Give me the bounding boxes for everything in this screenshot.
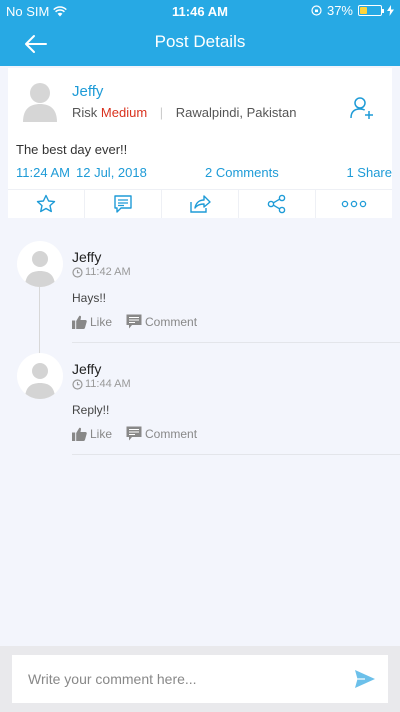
risk-value: Medium	[100, 105, 148, 120]
comment-time: 11:42 AM	[72, 266, 131, 278]
post-date: 12 Jul, 2018	[76, 165, 147, 180]
comment-item: Jeffy 11:44 AM Reply!! Like Comment	[0, 353, 400, 463]
comment-time-text: 11:44 AM	[85, 378, 131, 390]
clock-icon	[72, 266, 83, 278]
thumbs-up-icon	[72, 315, 87, 329]
comments-count[interactable]: 2 Comments	[205, 165, 279, 180]
thumbs-up-icon	[72, 427, 87, 441]
shares-count[interactable]: 1 Share	[346, 165, 392, 180]
star-icon	[36, 194, 56, 213]
post-time: 11:24 AM	[16, 165, 70, 180]
like-button[interactable]: Like	[72, 314, 112, 329]
post-meta: Risk Medium | Rawalpindi, Pakistan	[72, 105, 296, 120]
post-location: Rawalpindi, Pakistan	[175, 105, 297, 120]
battery-icon	[358, 5, 384, 16]
comment-bubble-icon	[126, 426, 142, 441]
meta-divider: |	[159, 105, 164, 120]
post-card: Jeffy Risk Medium | Rawalpindi, Pakistan…	[8, 68, 392, 218]
risk-label: Risk	[72, 105, 98, 120]
forward-button[interactable]	[162, 190, 239, 218]
share-button[interactable]	[239, 190, 316, 218]
comment-input[interactable]	[28, 655, 348, 703]
more-button[interactable]	[316, 190, 392, 218]
comment-actions: Like Comment	[72, 314, 197, 329]
orientation-lock-icon	[311, 5, 322, 16]
user-avatar-icon	[25, 363, 55, 399]
post-author-name[interactable]: Jeffy	[72, 83, 103, 100]
navbar: Post Details	[0, 22, 400, 66]
comment-divider	[72, 342, 400, 343]
reply-button[interactable]: Comment	[126, 314, 197, 329]
status-bar: No SIM 11:46 AM 37%	[0, 0, 400, 22]
post-author-avatar[interactable]	[22, 82, 58, 122]
comment-item: Jeffy 11:42 AM Hays!! Like Comment	[0, 241, 400, 351]
favorite-button[interactable]	[8, 190, 85, 218]
comment-input-box	[12, 655, 388, 703]
like-button[interactable]: Like	[72, 426, 112, 441]
comment-time: 11:44 AM	[72, 378, 131, 390]
like-label: Like	[90, 314, 113, 329]
comment-input-bar	[0, 646, 400, 712]
user-avatar-icon	[25, 251, 55, 287]
like-label: Like	[90, 426, 113, 441]
share-icon	[267, 194, 286, 214]
top-bar: No SIM 11:46 AM 37% Post Details	[0, 0, 400, 66]
clock-icon	[72, 378, 83, 390]
more-icon	[341, 200, 367, 208]
comment-author[interactable]: Jeffy	[72, 249, 101, 265]
comment-author[interactable]: Jeffy	[72, 361, 101, 377]
page-title: Post Details	[154, 32, 246, 51]
post-text: The best day ever!!	[16, 142, 128, 157]
comment-actions: Like Comment	[72, 426, 197, 441]
forward-icon	[190, 195, 211, 213]
comment-button[interactable]	[85, 190, 162, 218]
send-icon[interactable]	[354, 668, 376, 690]
reply-button[interactable]: Comment	[126, 426, 197, 441]
comment-time-text: 11:42 AM	[85, 266, 131, 278]
comment-label: Comment	[145, 426, 198, 441]
comment-text: Hays!!	[72, 291, 107, 305]
comment-avatar[interactable]	[17, 353, 63, 399]
status-right: 37%	[311, 3, 394, 18]
comment-bubble-icon	[126, 314, 142, 329]
comment-text: Reply!!	[72, 403, 110, 417]
battery-percent: 37%	[326, 3, 353, 18]
comment-avatar[interactable]	[17, 241, 63, 287]
post-stats: 11:24 AM 12 Jul, 2018 2 Comments 1 Share	[16, 165, 392, 181]
charging-icon	[387, 5, 394, 16]
comment-label: Comment	[145, 314, 198, 329]
comment-divider	[72, 454, 400, 455]
post-actions-bar	[8, 189, 392, 218]
comment-icon	[114, 195, 132, 213]
add-user-icon[interactable]	[350, 96, 374, 120]
